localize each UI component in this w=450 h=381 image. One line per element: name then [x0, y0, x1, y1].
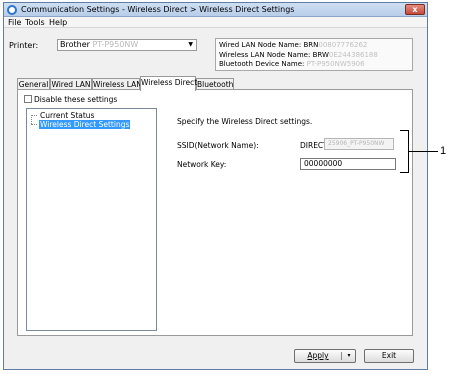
wireless-node-name: Wireless LAN Node Name: BRW0E244386188: [219, 51, 409, 61]
printer-label: Printer:: [9, 41, 39, 50]
close-button[interactable]: x: [405, 4, 425, 15]
chevron-down-icon: ▼: [188, 41, 193, 48]
device-info-box: Wired LAN Node Name: BRN00807776262 Wire…: [215, 38, 413, 71]
tree-connector: [31, 124, 37, 125]
wired-node-label: Wired LAN Node Name:: [219, 41, 302, 49]
printer-dropdown[interactable]: Brother PT-P950NW ▼: [57, 39, 197, 51]
chevron-down-icon[interactable]: ▾: [343, 350, 355, 362]
apply-button-label[interactable]: Apply: [295, 350, 341, 362]
printer-selected-brand: Brother: [60, 40, 90, 49]
wired-node-prefix: BRN: [303, 41, 319, 49]
tree-connector: [31, 115, 32, 124]
wired-node-value: 00807776262: [318, 41, 368, 49]
tree-item-wireless-direct-settings[interactable]: Wireless Direct Settings: [39, 120, 131, 129]
printer-selected-model: PT-P950NW: [92, 40, 139, 49]
app-icon: [7, 5, 17, 15]
tree-item-current-status[interactable]: Current Status: [39, 111, 95, 120]
menu-tools[interactable]: Tools: [25, 17, 45, 28]
wired-node-name: Wired LAN Node Name: BRN00807776262: [219, 41, 409, 51]
menu-bar: File Tools Help: [4, 17, 427, 28]
wireless-direct-panel: Disable these settings Current Status Wi…: [17, 89, 413, 336]
settings-tree: Current Status Wireless Direct Settings: [26, 108, 157, 331]
exit-button[interactable]: Exit: [364, 349, 414, 363]
disable-settings-label: Disable these settings: [34, 95, 118, 104]
network-key-field[interactable]: 00000000: [300, 158, 396, 170]
ssid-label: SSID(Network Name):: [177, 141, 259, 150]
ssid-field[interactable]: 25906_PT-P950NW: [324, 138, 394, 150]
tree-connector: [31, 115, 37, 116]
disable-settings-row[interactable]: Disable these settings: [24, 95, 117, 104]
disable-settings-checkbox[interactable]: [24, 95, 32, 103]
wireless-node-label: Wireless LAN Node Name:: [219, 50, 311, 59]
bluetooth-device-label: Bluetooth Device Name:: [219, 60, 305, 68]
settings-description: Specify the Wireless Direct settings.: [177, 117, 313, 126]
callout-line: [409, 151, 438, 152]
tab-wireless-direct[interactable]: Wireless Direct: [140, 76, 197, 91]
apply-divider: [341, 352, 342, 360]
network-key-label: Network Key:: [177, 160, 227, 169]
menu-file[interactable]: File: [8, 17, 21, 28]
menu-help[interactable]: Help: [49, 17, 67, 28]
wireless-node-prefix: BRW: [312, 50, 329, 59]
callout-number: 1: [440, 145, 447, 157]
window-title: Communication Settings - Wireless Direct…: [21, 5, 295, 14]
bluetooth-device-name: Bluetooth Device Name: PT-P950NW5906: [219, 60, 409, 70]
wireless-node-value: 0E244386188: [328, 50, 378, 59]
bluetooth-device-value: PT-P950NW5906: [306, 60, 365, 68]
apply-button[interactable]: Apply ▾: [294, 349, 356, 363]
title-bar: Communication Settings - Wireless Direct…: [4, 3, 427, 17]
callout-bracket: [400, 130, 409, 173]
